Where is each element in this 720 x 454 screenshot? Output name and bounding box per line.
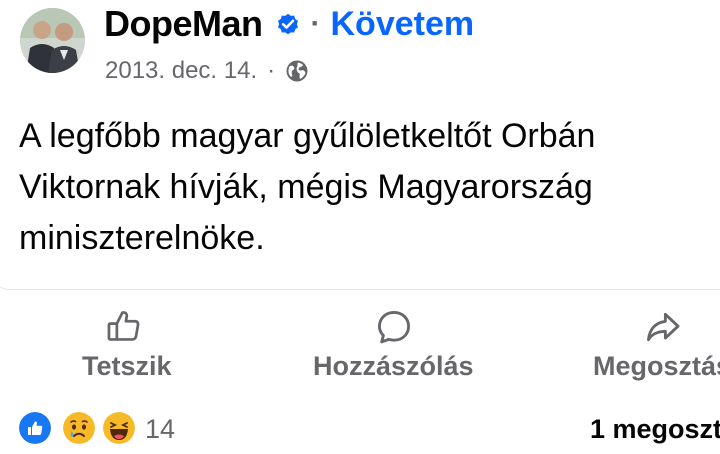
reaction-summary[interactable] xyxy=(17,410,141,446)
share-label: Megosztás xyxy=(593,351,720,381)
share-button[interactable]: Megosztás xyxy=(592,305,720,385)
meta-separator: · xyxy=(267,57,276,84)
comment-label: Hozzászólás xyxy=(313,351,474,381)
share-arrow-icon xyxy=(647,312,680,342)
haha-reaction-icon xyxy=(101,410,137,446)
post-text: A legfőbb magyar gyűlöletkeltőt Orbán Vi… xyxy=(19,117,596,257)
author-avatar[interactable] xyxy=(20,8,85,73)
author-name[interactable]: DopeMan xyxy=(104,3,263,45)
like-label: Tetszik xyxy=(82,351,172,381)
comment-button[interactable]: Hozzászólás xyxy=(312,305,492,385)
header-separator: · xyxy=(310,7,321,40)
post-actions: Tetszik Hozzászólás Megosztás xyxy=(0,305,720,385)
follow-button[interactable]: Követem xyxy=(331,5,475,44)
avatar-photo xyxy=(20,8,85,73)
post-meta: 2013. dec. 14. · xyxy=(105,54,309,88)
reaction-count[interactable]: 14 xyxy=(145,414,175,445)
post-header: DopeMan · Követem xyxy=(104,2,474,46)
comment-bubble-icon xyxy=(378,311,410,344)
sad-reaction-icon xyxy=(61,410,97,446)
thumbs-up-icon xyxy=(107,311,140,341)
verified-badge-icon xyxy=(277,13,298,35)
like-reaction-icon xyxy=(17,410,53,446)
post-date[interactable]: 2013. dec. 14. xyxy=(105,57,257,85)
globe-icon[interactable] xyxy=(285,59,309,83)
like-button[interactable]: Tetszik xyxy=(80,305,190,385)
post-stats: 14 1 megosztás xyxy=(0,408,720,450)
share-count[interactable]: 1 megosztás xyxy=(590,414,720,445)
